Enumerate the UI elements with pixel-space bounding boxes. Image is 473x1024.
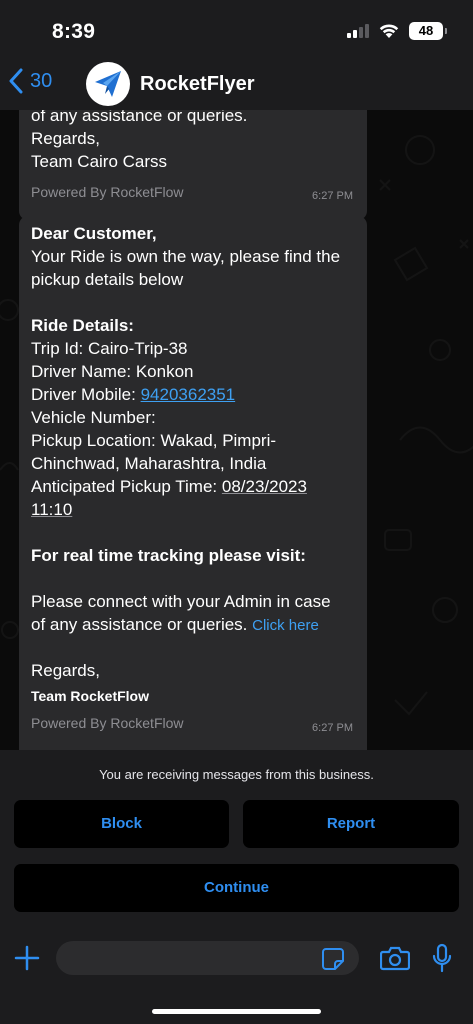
click-here-link[interactable]: Click here xyxy=(252,617,319,634)
home-indicator[interactable] xyxy=(152,1009,321,1014)
sticker-icon[interactable] xyxy=(321,947,345,971)
status-time: 8:39 xyxy=(52,20,96,43)
message-bubble[interactable]: Dear Customer, Your Ride is own the way,… xyxy=(19,216,367,750)
message-text: Regards, xyxy=(31,661,100,680)
block-button[interactable]: Block xyxy=(14,800,229,848)
status-bar: 8:39 48 xyxy=(0,0,473,58)
pickup-hour[interactable]: 11:10 xyxy=(31,500,72,519)
back-button[interactable]: 30 xyxy=(8,68,52,94)
message-text: Please connect with your Admin in case xyxy=(31,592,331,611)
powered-by-label: Powered By RocketFlow xyxy=(31,715,184,731)
avatar[interactable] xyxy=(86,62,130,106)
driver-mobile: Driver Mobile: 9420362351 xyxy=(31,385,235,405)
tracking-text: For real time tracking please visit: xyxy=(31,546,306,565)
rocketflyer-logo-icon xyxy=(95,71,121,97)
powered-by-label: Powered By RocketFlow xyxy=(31,184,184,200)
battery-icon: 48 xyxy=(409,22,447,40)
pickup-time-label: Anticipated Pickup Time: xyxy=(31,477,222,496)
pickup-hour-line: 11:10 xyxy=(31,500,72,520)
connect-text: of any assistance or queries. xyxy=(31,615,253,634)
status-icons: 48 xyxy=(347,22,447,40)
vehicle-number: Vehicle Number: xyxy=(31,408,156,427)
input-bar xyxy=(0,932,473,1024)
continue-button[interactable]: Continue xyxy=(14,864,459,912)
pickup-date[interactable]: 08/23/2023 xyxy=(222,477,307,496)
business-notice: You are receiving messages from this bus… xyxy=(99,767,374,782)
team-name: Team RocketFlow xyxy=(31,688,149,704)
message-text: Your Ride is own the way, please find th… xyxy=(31,247,341,266)
pickup-location: Chinchwad, Maharashtra, India xyxy=(31,454,267,473)
message-text: pickup details below xyxy=(31,270,184,289)
driver-mobile-label: Driver Mobile: xyxy=(31,385,141,404)
chat-area[interactable]: of any assistance or queries. Regards, T… xyxy=(0,110,473,750)
message-time: 6:27 PM xyxy=(312,722,353,734)
trip-id: Trip Id: Cairo-Trip-38 xyxy=(31,339,188,358)
chevron-left-icon xyxy=(9,68,23,94)
message-input[interactable] xyxy=(56,941,359,975)
report-button[interactable]: Report xyxy=(243,800,459,848)
pickup-location: Pickup Location: Wakad, Pimpri- xyxy=(31,431,277,450)
ride-details-title: Ride Details: xyxy=(31,316,134,335)
phone-link[interactable]: 9420362351 xyxy=(141,385,236,404)
signal-icon xyxy=(347,24,369,38)
microphone-icon[interactable] xyxy=(431,943,453,973)
plus-icon[interactable] xyxy=(14,945,40,971)
camera-icon[interactable] xyxy=(380,945,410,971)
chat-name[interactable]: RocketFlyer xyxy=(140,73,255,96)
message-greeting: Dear Customer, xyxy=(31,224,157,243)
message-text: Team Cairo Carss xyxy=(31,152,168,171)
chat-header: 30 RocketFlyer xyxy=(0,58,473,110)
message-text: of any assistance or queries. Click here xyxy=(31,615,319,635)
wifi-icon xyxy=(379,24,399,38)
message-text: of any assistance or queries. xyxy=(31,110,248,125)
unread-count: 30 xyxy=(30,69,53,92)
business-panel: You are receiving messages from this bus… xyxy=(0,750,473,932)
message-text: Regards, xyxy=(31,129,100,148)
driver-name: Driver Name: Konkon xyxy=(31,362,194,381)
message-bubble[interactable]: of any assistance or queries. Regards, T… xyxy=(19,110,367,220)
message-time: 6:27 PM xyxy=(312,190,353,202)
pickup-time: Anticipated Pickup Time: 08/23/2023 xyxy=(31,477,307,497)
